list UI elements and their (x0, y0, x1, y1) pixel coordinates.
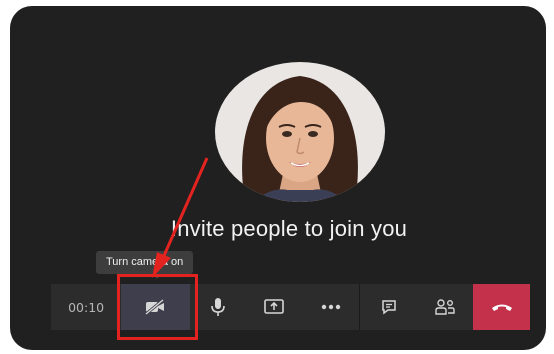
share-screen-icon (264, 299, 285, 314)
camera-toggle-button[interactable] (121, 284, 190, 330)
camera-tooltip: Turn camera on (96, 251, 194, 279)
participants-button[interactable] (417, 284, 474, 330)
microphone-icon (211, 298, 225, 316)
participant-avatar (215, 62, 385, 202)
more-options-button[interactable] (303, 284, 360, 330)
chat-icon (381, 300, 396, 315)
hang-up-icon (491, 304, 512, 311)
camera-off-icon (145, 298, 165, 316)
share-screen-button[interactable] (246, 284, 303, 330)
chat-button[interactable] (360, 284, 417, 330)
microphone-button[interactable] (190, 284, 247, 330)
call-toolbar: 00:10 (51, 284, 530, 330)
participants-icon (435, 299, 455, 315)
call-timer: 00:10 (68, 299, 105, 315)
invite-message: Invite people to join you (170, 216, 408, 241)
more-options-icon (321, 304, 341, 310)
hang-up-button[interactable] (473, 284, 530, 330)
